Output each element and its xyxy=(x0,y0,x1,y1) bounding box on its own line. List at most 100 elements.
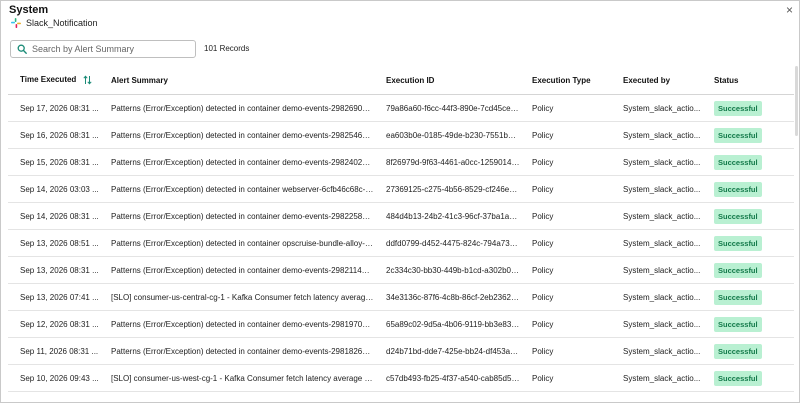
executed-by-cell: System_slack_actio... xyxy=(611,364,702,392)
slack-icon xyxy=(11,18,21,28)
status-cell: Successful xyxy=(702,256,794,284)
executions-table: Time Executed Alert Summary Execution ID… xyxy=(8,66,794,392)
table-row[interactable]: Sep 13, 2026 08:51 ... Patterns (Error/Ex… xyxy=(8,229,794,257)
execution-type-cell: Policy xyxy=(520,283,611,311)
time-executed-cell: Sep 13, 2026 07:41 ... xyxy=(8,283,99,311)
time-executed-cell: Sep 16, 2026 08:31 ... xyxy=(8,121,99,149)
time-executed-cell: Sep 13, 2026 08:51 ... xyxy=(8,229,99,257)
execution-id-cell[interactable]: 484d4b13-24b2-41c3-96cf-37ba1ad65b5t xyxy=(374,202,520,230)
executed-by-cell: System_slack_actio... xyxy=(611,256,702,284)
alert-summary-cell: [SLO] consumer-us-west-cg-1 - Kafka Cons… xyxy=(99,364,374,392)
execution-id-cell[interactable]: 2c334c30-bb30-449b-b1cd-a302b0a7de8 xyxy=(374,256,520,284)
status-cell: Successful xyxy=(702,364,794,392)
executed-by-cell: System_slack_actio... xyxy=(611,121,702,149)
status-cell: Successful xyxy=(702,337,794,365)
search-box[interactable] xyxy=(10,40,196,58)
panel-title: System xyxy=(9,4,49,16)
table-row[interactable]: Sep 14, 2026 08:31 ... Patterns (Error/Ex… xyxy=(8,202,794,230)
execution-type-cell: Policy xyxy=(520,121,611,149)
execution-id-cell[interactable]: 65a89c02-9d5a-4b06-9119-bb3e831d3f5: xyxy=(374,310,520,338)
execution-id-cell[interactable]: 27369125-c275-4b56-8529-cf246ed02ef2 xyxy=(374,175,520,203)
table-row[interactable]: Sep 10, 2026 09:43 ... [SLO] consumer-us-… xyxy=(8,364,794,392)
integration-name: Slack_Notification xyxy=(26,18,98,28)
column-header-time-executed[interactable]: Time Executed xyxy=(8,66,99,95)
executed-by-cell: System_slack_actio... xyxy=(611,175,702,203)
execution-id-cell[interactable]: ddfd0799-d452-4475-824c-794a7380d88: xyxy=(374,229,520,257)
column-header-alert-summary: Alert Summary xyxy=(99,66,374,95)
executed-by-cell: System_slack_actio... xyxy=(611,310,702,338)
table-row[interactable]: Sep 13, 2026 08:31 ... Patterns (Error/Ex… xyxy=(8,256,794,284)
execution-type-cell: Policy xyxy=(520,229,611,257)
alert-summary-cell: Patterns (Error/Exception) detected in c… xyxy=(99,229,374,257)
table-row[interactable]: Sep 11, 2026 08:31 ... Patterns (Error/Ex… xyxy=(8,337,794,365)
alert-summary-cell: Patterns (Error/Exception) detected in c… xyxy=(99,202,374,230)
search-input[interactable] xyxy=(32,44,192,54)
status-cell: Successful xyxy=(702,175,794,203)
time-executed-cell: Sep 13, 2026 08:31 ... xyxy=(8,256,99,284)
records-count: 101 Records xyxy=(204,44,250,53)
close-button[interactable]: × xyxy=(786,3,793,17)
column-header-executed-by: Executed by xyxy=(611,66,702,95)
time-executed-cell: Sep 14, 2026 03:03 ... xyxy=(8,175,99,203)
status-cell: Successful xyxy=(702,229,794,257)
status-badge: Successful xyxy=(714,235,762,251)
table-body: Sep 17, 2026 08:31 ... Patterns (Error/Ex… xyxy=(8,94,794,392)
table-row[interactable]: Sep 12, 2026 08:31 ... Patterns (Error/Ex… xyxy=(8,310,794,338)
execution-type-cell: Policy xyxy=(520,310,611,338)
execution-type-cell: Policy xyxy=(520,364,611,392)
status-cell: Successful xyxy=(702,202,794,230)
execution-type-cell: Policy xyxy=(520,148,611,176)
execution-id-cell[interactable]: 34e3136c-87f6-4c8b-86cf-2eb23627945f xyxy=(374,283,520,311)
executed-by-cell: System_slack_actio... xyxy=(611,283,702,311)
executed-by-cell: System_slack_actio... xyxy=(611,202,702,230)
status-badge: Successful xyxy=(714,370,762,386)
time-executed-cell: Sep 10, 2026 09:43 ... xyxy=(8,364,99,392)
alert-summary-cell: Patterns (Error/Exception) detected in c… xyxy=(99,175,374,203)
executed-by-cell: System_slack_actio... xyxy=(611,94,702,122)
scrollbar[interactable] xyxy=(794,66,799,402)
execution-history-panel: System × Slack_Notification 101 Records … xyxy=(0,0,800,403)
time-executed-cell: Sep 15, 2026 08:31 ... xyxy=(8,148,99,176)
table-row[interactable]: Sep 16, 2026 08:31 ... Patterns (Error/Ex… xyxy=(8,121,794,149)
table-header-row: Time Executed Alert Summary Execution ID… xyxy=(8,66,794,95)
alert-summary-cell: Patterns (Error/Exception) detected in c… xyxy=(99,94,374,122)
time-executed-cell: Sep 17, 2026 08:31 ... xyxy=(8,94,99,122)
execution-type-cell: Policy xyxy=(520,337,611,365)
execution-id-cell[interactable]: 79a86a60-f6cc-44f3-890e-7cd45ce72789 xyxy=(374,94,520,122)
time-executed-cell: Sep 12, 2026 08:31 ... xyxy=(8,310,99,338)
column-header-execution-type: Execution Type xyxy=(520,66,611,95)
status-cell: Successful xyxy=(702,121,794,149)
status-badge: Successful xyxy=(714,181,762,197)
alert-summary-cell: Patterns (Error/Exception) detected in c… xyxy=(99,310,374,338)
table-row[interactable]: Sep 17, 2026 08:31 ... Patterns (Error/Ex… xyxy=(8,94,794,122)
execution-id-cell[interactable]: d24b71bd-dde7-425e-bb24-df453ac9012 xyxy=(374,337,520,365)
table-row[interactable]: Sep 14, 2026 03:03 ... Patterns (Error/Ex… xyxy=(8,175,794,203)
table-row[interactable]: Sep 13, 2026 07:41 ... [SLO] consumer-us-… xyxy=(8,283,794,311)
execution-type-cell: Policy xyxy=(520,256,611,284)
executed-by-cell: System_slack_actio... xyxy=(611,337,702,365)
execution-type-cell: Policy xyxy=(520,175,611,203)
alert-summary-cell: Patterns (Error/Exception) detected in c… xyxy=(99,256,374,284)
execution-id-cell[interactable]: c57db493-fb25-4f37-a540-cab85d52d9d5 xyxy=(374,364,520,392)
status-badge: Successful xyxy=(714,154,762,170)
execution-id-cell[interactable]: ea603b0e-0185-49de-b230-7551b36bb7c xyxy=(374,121,520,149)
status-cell: Successful xyxy=(702,148,794,176)
execution-type-cell: Policy xyxy=(520,202,611,230)
alert-summary-cell: Patterns (Error/Exception) detected in c… xyxy=(99,337,374,365)
column-header-status: Status xyxy=(702,66,794,95)
time-executed-cell: Sep 11, 2026 08:31 ... xyxy=(8,337,99,365)
status-badge: Successful xyxy=(714,100,762,116)
integration-label: Slack_Notification xyxy=(11,18,98,28)
alert-summary-cell: [SLO] consumer-us-central-cg-1 - Kafka C… xyxy=(99,283,374,311)
alert-summary-cell: Patterns (Error/Exception) detected in c… xyxy=(99,121,374,149)
sort-icon[interactable] xyxy=(82,75,92,85)
status-badge: Successful xyxy=(714,127,762,143)
column-header-execution-id: Execution ID xyxy=(374,66,520,95)
column-header-label: Time Executed xyxy=(20,75,77,85)
alert-summary-cell: Patterns (Error/Exception) detected in c… xyxy=(99,148,374,176)
time-executed-cell: Sep 14, 2026 08:31 ... xyxy=(8,202,99,230)
status-badge: Successful xyxy=(714,208,762,224)
executed-by-cell: System_slack_actio... xyxy=(611,148,702,176)
table-row[interactable]: Sep 15, 2026 08:31 ... Patterns (Error/Ex… xyxy=(8,148,794,176)
execution-id-cell[interactable]: 8f26979d-9f63-4461-a0cc-125901496b0b xyxy=(374,148,520,176)
